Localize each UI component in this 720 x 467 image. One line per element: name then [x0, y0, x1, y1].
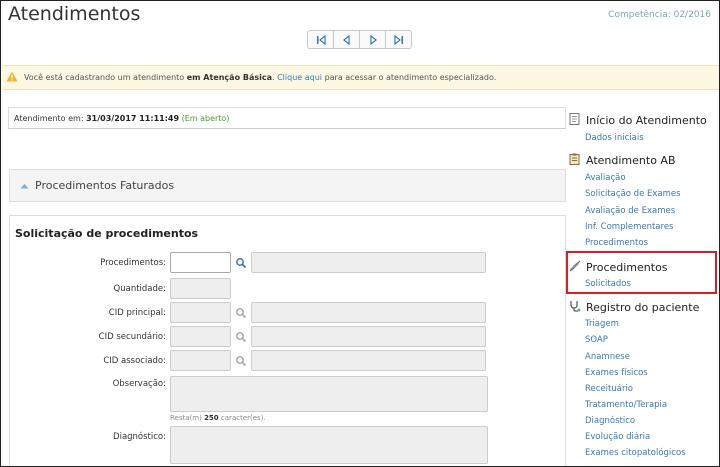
sidebar-item-dados-iniciais[interactable]: Dados iniciais — [585, 133, 644, 143]
remaining-suffix: caracter(es). — [220, 414, 266, 422]
sidebar-section-title: Início do Atendimento — [586, 114, 707, 127]
procedimentos-faturados-panel[interactable]: Procedimentos Faturados — [9, 169, 566, 202]
last-page-button[interactable] — [385, 30, 412, 49]
remaining-chars-hint: Resta(m) 250 caracter(es). — [170, 414, 266, 422]
atendimento-status: (Em aberto) — [181, 114, 230, 123]
sidebar-item-anamnese[interactable]: Anamnese — [585, 352, 630, 362]
sidebar-item-evolucao-diaria[interactable]: Evolução diária — [585, 432, 650, 442]
remaining-count: 250 — [204, 414, 219, 422]
cid-associado-code-input[interactable] — [170, 350, 231, 371]
highlight-box — [566, 251, 717, 294]
alert-text-after: para acessar o atendimento especializado… — [324, 73, 497, 82]
sidebar-item-avaliacao[interactable]: Avaliação — [585, 173, 626, 183]
first-page-icon — [316, 34, 326, 45]
atendimento-label: Atendimento em: — [14, 114, 84, 123]
quantidade-input[interactable] — [170, 278, 231, 299]
stethoscope-icon — [569, 300, 582, 315]
app-frame: Atendimentos Competência: 02/2016 Você e… — [0, 0, 720, 467]
quantidade-label: Quantidade: — [113, 284, 166, 294]
cid-associado-label: CID associado: — [103, 356, 166, 366]
attention-alert: Você está cadastrando um atendimento em … — [2, 65, 719, 90]
competencia-label: Competência: 02/2016 — [608, 10, 711, 20]
chevron-up-icon — [20, 179, 29, 192]
procedimentos-code-input[interactable] — [170, 252, 231, 273]
sidebar-section-inicio[interactable]: Início do Atendimento — [569, 113, 707, 128]
next-page-icon — [369, 34, 377, 45]
diagnostico-label: Diagnóstico: — [113, 432, 166, 442]
form-title: Solicitação de procedimentos — [15, 227, 199, 240]
sidebar-section-registro[interactable]: Registro do paciente — [569, 300, 699, 315]
atendimento-info: Atendimento em: 31/03/2017 11:11:49 (Em … — [8, 107, 566, 129]
cid-secundario-label: CID secundário: — [98, 332, 166, 342]
sidebar-section-title: Atendimento AB — [586, 154, 676, 167]
cid-associado-description-input — [251, 350, 486, 371]
remaining-prefix: Resta(m) — [170, 414, 202, 422]
last-page-icon — [393, 34, 403, 45]
sidebar-item-inf-complementares[interactable]: Inf. Complementares — [585, 222, 673, 232]
atendimento-datetime: 31/03/2017 11:11:49 — [86, 114, 180, 123]
procedimentos-description-input — [251, 252, 486, 273]
diagnostico-textarea[interactable] — [170, 426, 488, 464]
sidebar-item-solicitacao-exames[interactable]: Solicitação de Exames — [585, 189, 681, 199]
prev-page-icon — [342, 34, 350, 45]
faturados-label: Procedimentos Faturados — [35, 179, 175, 192]
warning-icon — [6, 71, 18, 84]
sidebar-section-atendimento-ab[interactable]: Atendimento AB — [569, 153, 676, 168]
search-icon[interactable] — [235, 355, 247, 367]
document-icon — [569, 113, 582, 128]
alert-text-before: Você está cadastrando um atendimento — [24, 73, 185, 82]
cid-secundario-description-input — [251, 326, 486, 347]
record-pager — [307, 30, 412, 49]
prev-page-button[interactable] — [333, 30, 360, 49]
next-page-button[interactable] — [359, 30, 386, 49]
sidebar-item-soap[interactable]: SOAP — [585, 335, 608, 345]
sidebar-item-diagnostico[interactable]: Diagnóstico — [585, 416, 635, 426]
procedimentos-label: Procedimentos: — [100, 258, 166, 268]
sidebar-section-title: Registro do paciente — [586, 301, 700, 314]
cid-principal-description-input — [251, 302, 486, 323]
sidebar-item-receituario[interactable]: Receituário — [585, 384, 633, 394]
cid-principal-code-input[interactable] — [170, 302, 231, 323]
page-title: Atendimentos — [8, 3, 141, 25]
solicitacao-form: Solicitação de procedimentos Procediment… — [9, 215, 566, 466]
clipboard-icon — [569, 153, 582, 168]
alert-bold-text: em Atenção Básica — [186, 73, 272, 82]
observacao-label: Observação: — [112, 379, 166, 389]
cid-principal-label: CID principal: — [108, 308, 166, 318]
sidebar-item-avaliacao-exames[interactable]: Avaliação de Exames — [585, 206, 675, 216]
observacao-textarea[interactable] — [170, 376, 488, 412]
sidebar-item-exames-citopatologicos[interactable]: Exames citopatológicos — [585, 448, 686, 458]
first-page-button[interactable] — [307, 30, 334, 49]
search-icon[interactable] — [235, 331, 247, 343]
cid-secundario-code-input[interactable] — [170, 326, 231, 347]
sidebar-item-exames-fisicos[interactable]: Exames físicos — [585, 368, 648, 378]
alert-link[interactable]: Clique aqui — [277, 73, 322, 82]
sidebar-item-tratamento[interactable]: Tratamento/Terapia — [585, 400, 667, 410]
search-icon[interactable] — [235, 307, 247, 319]
search-icon[interactable] — [235, 257, 247, 269]
sidebar-item-procedimentos[interactable]: Procedimentos — [585, 238, 648, 248]
sidebar-item-triagem[interactable]: Triagem — [585, 319, 619, 329]
